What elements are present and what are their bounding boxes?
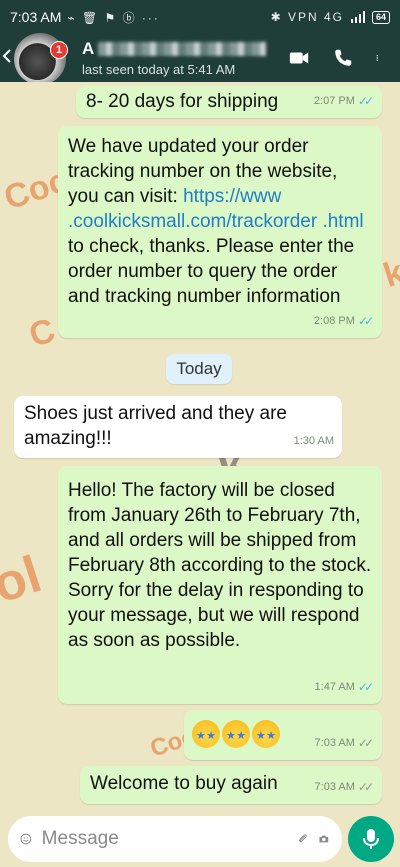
star-struck-emoji-icon: [222, 720, 250, 749]
notification-icons: ⌁ 🗑 ⚑ ⓑ ···: [67, 10, 160, 25]
message-time: 1:47 AM: [314, 681, 355, 693]
message-time: 7:03 AM: [314, 737, 355, 749]
message-time: 2:07 PM: [313, 95, 355, 107]
message-bubble-outgoing[interactable]: 7:03 AM✓✓: [184, 710, 382, 760]
message-text: Hello! The factory will be closed from J…: [68, 480, 372, 651]
contact-info[interactable]: A last seen today at 5:41 AM: [70, 39, 288, 77]
redacted-name: [98, 42, 267, 56]
contact-initial: A: [82, 39, 95, 58]
wallpaper-watermark: ks: [378, 247, 400, 295]
voice-message-button[interactable]: [348, 816, 394, 862]
delivered-ticks-icon: ✓✓: [357, 780, 374, 794]
message-text: Shoes just arrived and they are amazing!…: [24, 403, 287, 449]
message-bubble-outgoing[interactable]: Welcome to buy again 7:03 AM ✓✓: [80, 766, 382, 804]
message-time: 2:08 PM: [313, 315, 355, 327]
status-bar: 7:03 AM ⌁ 🗑 ⚑ ⓑ ··· ✱ VPN 4G 64: [0, 0, 400, 34]
unread-badge: 1: [50, 41, 68, 59]
back-arrow-icon[interactable]: [2, 48, 14, 69]
chat-area[interactable]: Coo C ol K Cool ks 8- 20 days for shippi…: [0, 82, 400, 812]
microphone-icon: [363, 829, 379, 849]
wallpaper-watermark: C: [24, 311, 60, 355]
camera-icon[interactable]: [318, 828, 330, 850]
signal-icon: [350, 11, 365, 23]
last-seen-status: last seen today at 5:41 AM: [82, 62, 236, 77]
more-options-icon[interactable]: [376, 47, 384, 69]
message-bubble-outgoing[interactable]: 8- 20 days for shipping 2:07 PM ✓✓: [76, 86, 382, 118]
message-bubble-outgoing[interactable]: We have updated your order tracking numb…: [58, 126, 382, 338]
message-composer: [0, 812, 400, 867]
star-struck-emoji-icon: [252, 720, 280, 749]
battery-icon: 64: [371, 10, 390, 24]
contact-name: A: [82, 39, 288, 59]
message-text: to check, thanks. Please enter the order…: [68, 236, 355, 307]
contact-avatar[interactable]: 1: [14, 33, 70, 89]
emoji-icon[interactable]: [20, 828, 32, 850]
system-icons: ✱ VPN 4G: [270, 10, 344, 24]
chat-header: 1 A last seen today at 5:41 AM: [0, 33, 400, 85]
message-text: Welcome to buy again: [90, 773, 278, 794]
read-ticks-icon: ✓✓: [357, 94, 374, 108]
message-input-box[interactable]: [8, 816, 342, 862]
message-time: 7:03 AM: [314, 781, 355, 793]
status-time: 7:03 AM: [10, 9, 62, 25]
date-chip: Today: [166, 354, 232, 384]
phone-call-icon[interactable]: [332, 47, 354, 69]
message-bubble-incoming[interactable]: Shoes just arrived and they are amazing!…: [14, 396, 342, 458]
message-text: 8- 20 days for shipping: [86, 91, 279, 112]
attach-icon[interactable]: [297, 828, 309, 850]
delivered-ticks-icon: ✓✓: [357, 736, 374, 750]
message-input[interactable]: [41, 828, 287, 850]
read-ticks-icon: ✓✓: [357, 314, 374, 328]
wallpaper-watermark: ol: [0, 545, 49, 615]
message-time: 1:30 AM: [293, 435, 334, 447]
read-ticks-icon: ✓✓: [357, 680, 374, 694]
message-bubble-outgoing[interactable]: Hello! The factory will be closed from J…: [58, 466, 382, 704]
star-struck-emoji-icon: [192, 720, 220, 749]
video-call-icon[interactable]: [288, 47, 310, 69]
